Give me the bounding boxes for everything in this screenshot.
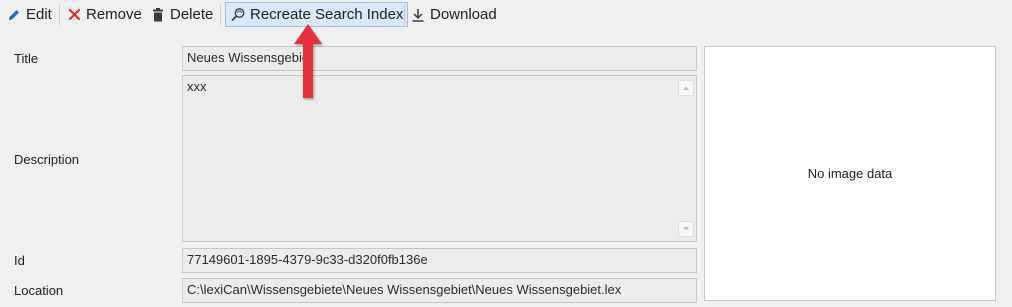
- trash-icon: [150, 7, 166, 23]
- id-field[interactable]: 77149601-1895-4379-9c33-d320f0fb136e: [182, 248, 697, 273]
- chevron-up-icon: [683, 86, 689, 90]
- delete-label: Delete: [170, 6, 214, 23]
- download-label: Download: [430, 6, 497, 23]
- search-refresh-icon: [230, 7, 246, 23]
- delete-button[interactable]: Delete: [150, 2, 213, 27]
- x-icon: [66, 7, 82, 23]
- toolbar-separator: [404, 5, 405, 25]
- annotation-arrow-icon: [294, 24, 322, 98]
- toolbar-separator: [59, 5, 60, 25]
- description-field[interactable]: xxx: [182, 75, 697, 242]
- remove-label: Remove: [86, 6, 142, 23]
- chevron-down-icon: [683, 227, 689, 231]
- remove-button[interactable]: Remove: [66, 2, 142, 27]
- edit-label: Edit: [26, 6, 52, 23]
- location-field[interactable]: C:\lexiCan\Wissensgebiete\Neues Wissensg…: [182, 278, 697, 303]
- toolbar: Edit Remove Delete Recreate Search Index…: [0, 0, 1012, 30]
- download-button[interactable]: Download: [410, 2, 497, 27]
- toolbar-separator: [220, 5, 221, 25]
- scroll-down-arrow[interactable]: [678, 221, 694, 237]
- title-field[interactable]: Neues Wissensgebiet: [182, 46, 697, 71]
- image-panel: No image data: [704, 46, 996, 301]
- location-label: Location: [14, 283, 64, 298]
- description-text: xxx: [187, 79, 207, 94]
- edit-button[interactable]: Edit: [6, 2, 52, 27]
- id-label: Id: [14, 253, 25, 268]
- pencil-icon: [6, 7, 22, 23]
- image-placeholder-text: No image data: [807, 166, 893, 181]
- recreate-search-index-label: Recreate Search Index: [250, 6, 404, 23]
- scroll-up-arrow[interactable]: [678, 80, 694, 96]
- download-icon: [410, 7, 426, 23]
- title-label: Title: [14, 51, 39, 66]
- description-label: Description: [14, 152, 80, 167]
